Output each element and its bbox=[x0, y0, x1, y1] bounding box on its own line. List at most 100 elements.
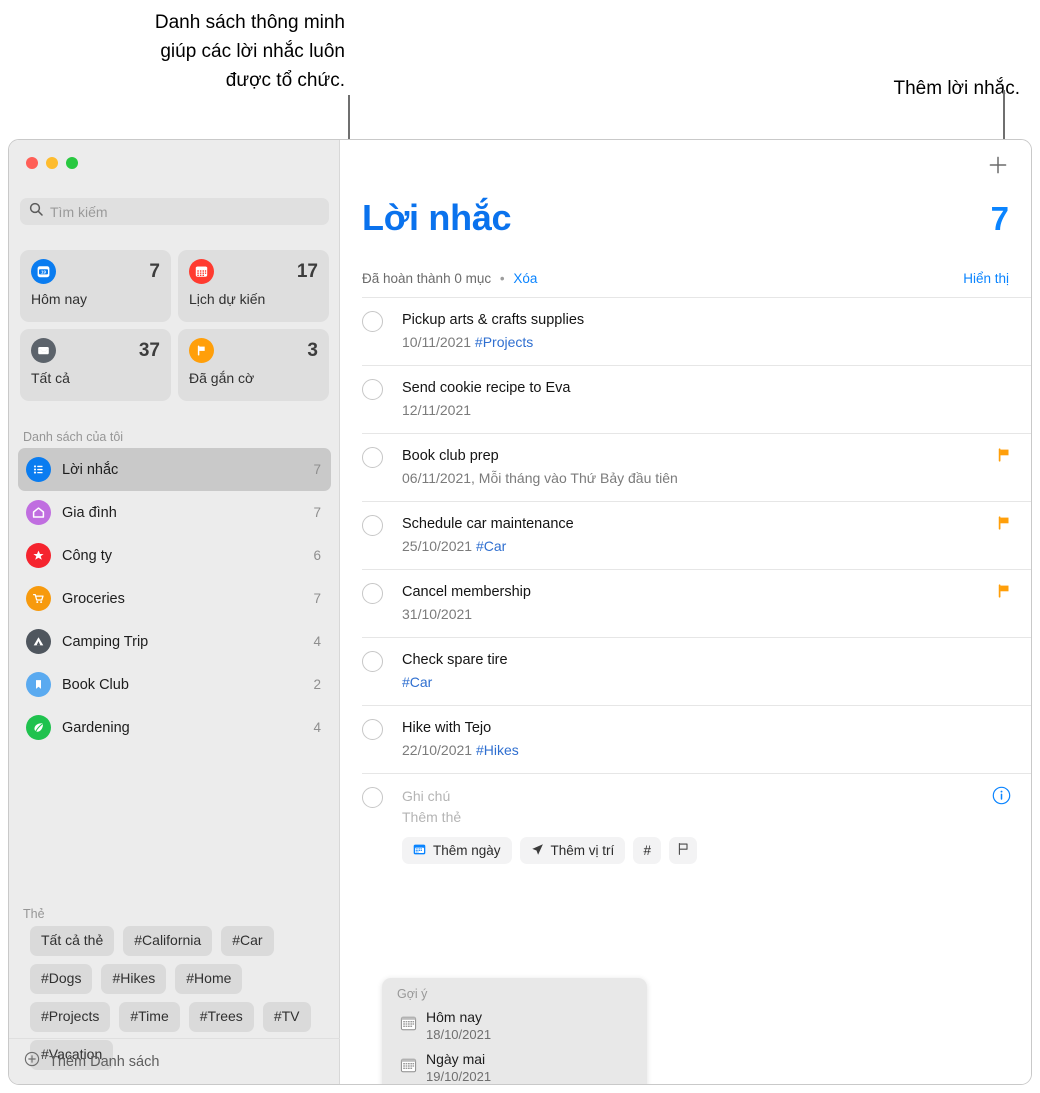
add-date-button[interactable]: Thêm ngày bbox=[402, 837, 512, 864]
complete-checkbox[interactable] bbox=[362, 787, 383, 808]
new-reminder-row[interactable]: Ghi chú Thêm thẻ Thêm ngày Thêm vị trí # bbox=[362, 773, 1031, 881]
callout-add-reminder: Thêm lời nhắc. bbox=[893, 78, 1020, 99]
reminder-date: 10/11/2021 bbox=[402, 334, 472, 350]
sidebar-item-cong-ty[interactable]: Công ty 6 bbox=[18, 534, 331, 577]
sidebar-item-label: Gia đình bbox=[62, 504, 117, 521]
smart-list-scheduled[interactable]: 17 Lịch dự kiến bbox=[178, 250, 329, 322]
callout-smart-lists: Danh sách thông minh giúp các lời nhắc l… bbox=[154, 12, 345, 91]
sidebar-item-count: 4 bbox=[313, 634, 321, 649]
table-row[interactable]: Book club prep 06/11/2021, Mỗi tháng vào… bbox=[362, 433, 1031, 501]
smart-list-label: Hôm nay bbox=[31, 291, 88, 307]
search-icon bbox=[29, 202, 43, 221]
add-location-button[interactable]: Thêm vị trí bbox=[519, 837, 626, 864]
reminder-date: 12/11/2021 bbox=[402, 402, 472, 418]
smart-list-count: 37 bbox=[138, 339, 160, 361]
sidebar-item-gardening[interactable]: Gardening 4 bbox=[18, 706, 331, 749]
complete-checkbox[interactable] bbox=[362, 311, 383, 332]
tag-dogs[interactable]: #Dogs bbox=[30, 964, 93, 994]
sidebar-item-book-club[interactable]: Book Club 2 bbox=[18, 663, 331, 706]
complete-checkbox[interactable] bbox=[362, 719, 383, 740]
sidebar-item-count: 6 bbox=[313, 548, 321, 563]
show-completed-button[interactable]: Hiển thị bbox=[963, 271, 1009, 286]
smart-list-all[interactable]: 37 Tất cả bbox=[20, 329, 171, 401]
bookmark-icon bbox=[26, 672, 51, 697]
reminders-window: Tìm kiếm 19 7 Hôm nay 17 Lịch dự kiến 37… bbox=[8, 139, 1032, 1085]
complete-checkbox[interactable] bbox=[362, 379, 383, 400]
complete-checkbox[interactable] bbox=[362, 583, 383, 604]
table-row[interactable]: Hike with Tejo 22/10/2021 #Hikes bbox=[362, 705, 1031, 773]
add-date-label: Thêm ngày bbox=[433, 843, 501, 858]
tag-car[interactable]: #Car bbox=[221, 926, 274, 956]
complete-checkbox[interactable] bbox=[362, 651, 383, 672]
reminder-date: 25/10/2021 bbox=[402, 538, 473, 554]
add-location-label: Thêm vị trí bbox=[550, 843, 615, 858]
table-row[interactable]: Send cookie recipe to Eva 12/11/2021 bbox=[362, 365, 1031, 433]
reminder-count: 7 bbox=[990, 200, 1009, 237]
tag-trees[interactable]: #Trees bbox=[188, 1002, 254, 1032]
add-list-button[interactable]: Thêm Danh sách bbox=[9, 1038, 340, 1084]
add-reminder-button[interactable] bbox=[985, 152, 1011, 178]
sidebar-item-groceries[interactable]: Groceries 7 bbox=[18, 577, 331, 620]
reminder-tag[interactable]: #Hikes bbox=[476, 742, 519, 758]
reminder-subtitle: 25/10/2021 #Car bbox=[402, 536, 1009, 557]
zoom-button[interactable] bbox=[66, 157, 78, 169]
star-icon bbox=[26, 543, 51, 568]
flag-icon[interactable] bbox=[998, 448, 1011, 467]
sidebar-item-label: Groceries bbox=[62, 590, 125, 607]
tag-all[interactable]: Tất cả thẻ bbox=[30, 926, 115, 956]
reminder-title: Send cookie recipe to Eva bbox=[402, 380, 571, 396]
calendar-icon bbox=[189, 259, 214, 284]
sidebar-item-gia-dinh[interactable]: Gia đình 7 bbox=[18, 491, 331, 534]
suggestion-today[interactable]: Hôm nay 18/10/2021 bbox=[387, 1005, 642, 1047]
smart-lists-grid: 19 7 Hôm nay 17 Lịch dự kiến 37 Tất cả 3… bbox=[20, 250, 329, 401]
table-row[interactable]: Cancel membership 31/10/2021 bbox=[362, 569, 1031, 637]
flag-toggle-button[interactable] bbox=[669, 837, 698, 864]
table-row[interactable]: Schedule car maintenance 25/10/2021 #Car bbox=[362, 501, 1031, 569]
info-circle-icon[interactable] bbox=[992, 786, 1011, 810]
sidebar-item-count: 7 bbox=[313, 462, 321, 477]
flag-icon[interactable] bbox=[998, 584, 1011, 603]
clear-completed-button[interactable]: Xóa bbox=[513, 271, 537, 286]
note-placeholder[interactable]: Ghi chú bbox=[402, 786, 1009, 807]
tag-projects[interactable]: #Projects bbox=[30, 1002, 111, 1032]
close-button[interactable] bbox=[26, 157, 38, 169]
sidebar-item-loi-nhac[interactable]: Lời nhắc 7 bbox=[18, 448, 331, 491]
reminder-tag[interactable]: #Car bbox=[402, 674, 432, 690]
smart-list-label: Đã gắn cờ bbox=[189, 370, 255, 386]
flag-icon[interactable] bbox=[998, 516, 1011, 535]
tag-tv[interactable]: #TV bbox=[262, 1002, 311, 1032]
reminder-date: 06/11/2021, Mỗi tháng vào Thứ Bảy đầu ti… bbox=[402, 470, 678, 486]
tag-home[interactable]: #Home bbox=[175, 964, 243, 994]
sidebar-item-count: 2 bbox=[313, 677, 321, 692]
sidebar-item-camping-trip[interactable]: Camping Trip 4 bbox=[18, 620, 331, 663]
search-placeholder: Tìm kiếm bbox=[50, 203, 108, 220]
inbox-icon bbox=[31, 338, 56, 363]
add-tag-button[interactable]: # bbox=[633, 837, 662, 864]
table-row[interactable]: Check spare tire #Car bbox=[362, 637, 1031, 705]
tag-time[interactable]: #Time bbox=[119, 1002, 180, 1032]
search-input[interactable]: Tìm kiếm bbox=[20, 198, 329, 225]
flag-outline-icon bbox=[677, 842, 690, 859]
meta-separator: • bbox=[499, 271, 505, 286]
main-content: Lời nhắc 7 Đã hoàn thành 0 mục • Xóa Hiể… bbox=[340, 140, 1031, 1084]
suggestions-header: Gợi ý bbox=[397, 987, 428, 1001]
sidebar-item-label: Lời nhắc bbox=[62, 461, 119, 478]
table-row[interactable]: Pickup arts & crafts supplies 10/11/2021… bbox=[362, 297, 1031, 365]
minimize-button[interactable] bbox=[46, 157, 58, 169]
smart-list-today[interactable]: 19 7 Hôm nay bbox=[20, 250, 171, 322]
reminder-tag[interactable]: #Projects bbox=[475, 334, 533, 350]
suggestion-tomorrow[interactable]: Ngày mai 19/10/2021 bbox=[387, 1047, 642, 1084]
tag-placeholder[interactable]: Thêm thẻ bbox=[402, 807, 1009, 828]
my-lists: Lời nhắc 7 Gia đình 7 Công ty 6 Grocerie… bbox=[18, 448, 331, 749]
tag-california[interactable]: #California bbox=[123, 926, 213, 956]
completed-count: Đã hoàn thành 0 mục bbox=[362, 271, 492, 286]
reminder-tag[interactable]: #Car bbox=[476, 538, 506, 554]
sidebar-item-count: 7 bbox=[313, 505, 321, 520]
plus-circle-icon bbox=[24, 1051, 40, 1072]
complete-checkbox[interactable] bbox=[362, 515, 383, 536]
complete-checkbox[interactable] bbox=[362, 447, 383, 468]
suggestion-date: 18/10/2021 bbox=[426, 1027, 492, 1042]
calendar-day-icon: 19 bbox=[31, 259, 56, 284]
smart-list-flagged[interactable]: 3 Đã gắn cờ bbox=[178, 329, 329, 401]
tag-hikes[interactable]: #Hikes bbox=[101, 964, 167, 994]
